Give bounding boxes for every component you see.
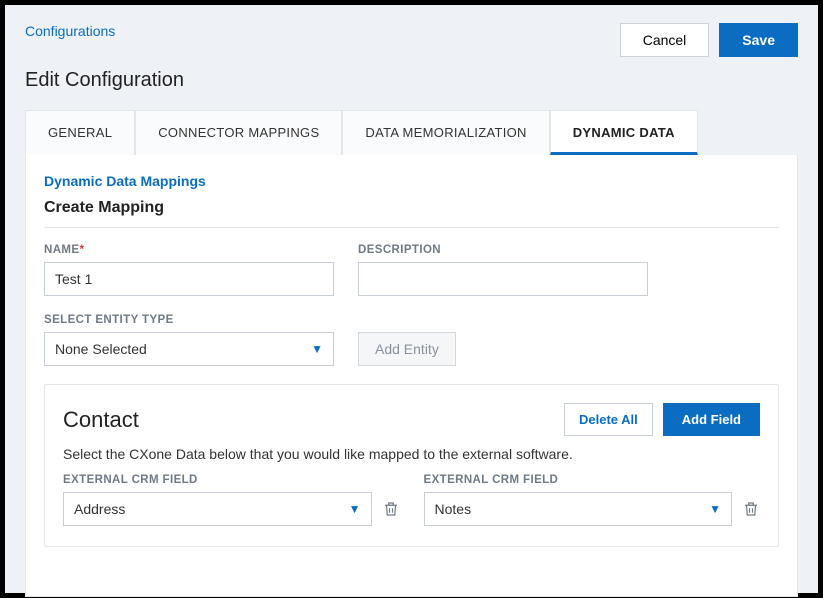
tab-data-memorialization[interactable]: DATA MEMORIALIZATION: [342, 110, 549, 155]
crm-field-select-2[interactable]: Notes ▼: [424, 492, 733, 526]
name-input[interactable]: [44, 262, 334, 296]
required-asterisk: *: [79, 244, 84, 256]
description-label: DESCRIPTION: [358, 244, 648, 256]
tab-connector-mappings[interactable]: CONNECTOR MAPPINGS: [135, 110, 342, 155]
app-window: Configurations Cancel Save Edit Configur…: [5, 5, 818, 593]
crm-field-label-1: EXTERNAL CRM FIELD: [63, 474, 400, 486]
entity-type-label: SELECT ENTITY TYPE: [44, 314, 334, 326]
breadcrumb[interactable]: Configurations: [25, 23, 115, 39]
section-breadcrumb-link[interactable]: Dynamic Data Mappings: [44, 173, 779, 189]
crm-field-select-1[interactable]: Address ▼: [63, 492, 372, 526]
field-entity-type: SELECT ENTITY TYPE None Selected ▼: [44, 314, 334, 366]
tab-dynamic-data[interactable]: DYNAMIC DATA: [550, 110, 698, 155]
page-title: Edit Configuration: [5, 57, 818, 110]
crm-field-group-1: EXTERNAL CRM FIELD Address ▼: [63, 474, 400, 526]
form-row-entity: SELECT ENTITY TYPE None Selected ▼ Add E…: [44, 314, 779, 366]
entity-type-value: None Selected: [55, 341, 147, 357]
name-label: NAME*: [44, 244, 334, 256]
add-entity-button[interactable]: Add Entity: [358, 332, 456, 366]
crm-field-group-2: EXTERNAL CRM FIELD Notes ▼: [424, 474, 761, 526]
description-input[interactable]: [358, 262, 648, 296]
crm-field-label-2: EXTERNAL CRM FIELD: [424, 474, 761, 486]
card-actions: Delete All Add Field: [564, 403, 760, 436]
tab-general[interactable]: GENERAL: [25, 110, 135, 155]
card-description: Select the CXone Data below that you wou…: [63, 446, 760, 462]
section-title: Create Mapping: [44, 199, 779, 228]
tab-bar: GENERAL CONNECTOR MAPPINGS DATA MEMORIAL…: [5, 110, 818, 155]
entity-card-contact: Contact Delete All Add Field Select the …: [44, 384, 779, 547]
field-description: DESCRIPTION: [358, 244, 648, 296]
crm-field-value-1: Address: [74, 501, 125, 517]
entity-type-select[interactable]: None Selected ▼: [44, 332, 334, 366]
crm-field-value-2: Notes: [435, 501, 472, 517]
save-button[interactable]: Save: [719, 23, 798, 57]
page-header: Configurations Cancel Save: [5, 5, 818, 57]
header-actions: Cancel Save: [620, 23, 798, 57]
trash-icon[interactable]: [382, 499, 400, 519]
chevron-down-icon: ▼: [349, 502, 361, 516]
panel-dynamic-data: Dynamic Data Mappings Create Mapping NAM…: [25, 155, 798, 597]
delete-all-button[interactable]: Delete All: [564, 403, 653, 436]
chevron-down-icon: ▼: [311, 342, 323, 356]
cancel-button[interactable]: Cancel: [620, 23, 710, 57]
form-row-name-desc: NAME* DESCRIPTION: [44, 244, 779, 296]
chevron-down-icon: ▼: [709, 502, 721, 516]
card-header: Contact Delete All Add Field: [63, 403, 760, 436]
crm-field-row: EXTERNAL CRM FIELD Address ▼ EXTERNAL CR…: [63, 474, 760, 526]
card-title: Contact: [63, 407, 139, 433]
field-name: NAME*: [44, 244, 334, 296]
trash-icon[interactable]: [742, 499, 760, 519]
add-field-button[interactable]: Add Field: [663, 403, 760, 436]
